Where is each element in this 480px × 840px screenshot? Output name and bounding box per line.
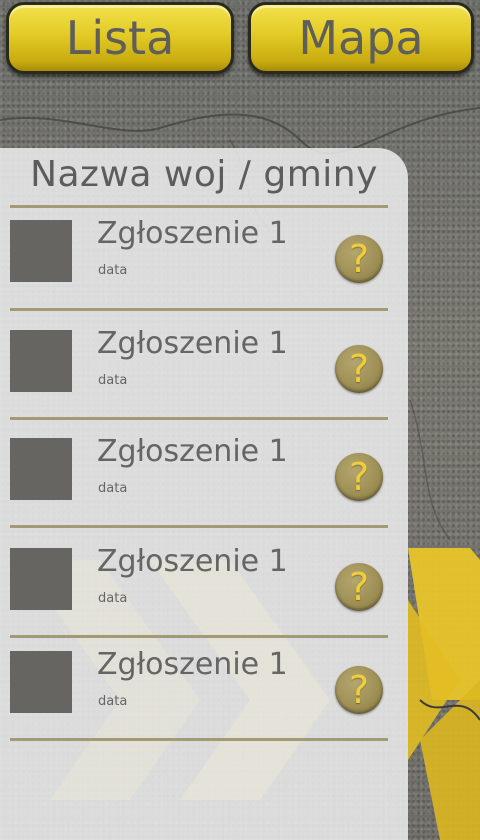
list-item[interactable]: Zgłoszenie 1 data ? [0,641,408,741]
divider [10,525,388,528]
report-date: data [98,263,128,278]
report-thumbnail [10,651,72,713]
list-item[interactable]: Zgłoszenie 1 data ? [0,538,408,638]
divider [10,635,388,638]
report-title: Zgłoszenie 1 [97,434,288,469]
divider [10,738,388,741]
report-thumbnail [10,330,72,392]
report-title: Zgłoszenie 1 [97,647,288,682]
help-button[interactable]: ? [335,345,383,393]
question-mark-icon: ? [348,668,370,712]
help-button[interactable]: ? [335,563,383,611]
help-button[interactable]: ? [335,453,383,501]
report-date: data [98,373,128,388]
question-mark-icon: ? [348,455,370,499]
divider [10,417,388,420]
help-button[interactable]: ? [335,235,383,283]
question-mark-icon: ? [348,565,370,609]
divider [10,205,388,208]
report-date: data [98,481,128,496]
tab-mapa-label: Mapa [298,11,424,65]
report-title: Zgłoszenie 1 [97,326,288,361]
panel-title: Nazwa woj / gminy [30,154,378,195]
tab-mapa[interactable]: Mapa [248,2,474,74]
list-item[interactable]: Zgłoszenie 1 data ? [0,428,408,528]
report-thumbnail [10,438,72,500]
report-title: Zgłoszenie 1 [97,216,288,251]
report-date: data [98,591,128,606]
report-thumbnail [10,548,72,610]
question-mark-icon: ? [348,347,370,391]
divider [10,308,388,311]
help-button[interactable]: ? [335,666,383,714]
reports-panel: Nazwa woj / gminy Zgłoszenie 1 data ? Zg… [0,148,408,840]
question-mark-icon: ? [348,237,370,281]
report-title: Zgłoszenie 1 [97,544,288,579]
list-item[interactable]: Zgłoszenie 1 data ? [0,320,408,420]
report-date: data [98,694,128,709]
tab-lista[interactable]: Lista [6,2,234,74]
tab-lista-label: Lista [65,11,175,65]
list-item[interactable]: Zgłoszenie 1 data ? [0,210,408,310]
report-thumbnail [10,220,72,282]
